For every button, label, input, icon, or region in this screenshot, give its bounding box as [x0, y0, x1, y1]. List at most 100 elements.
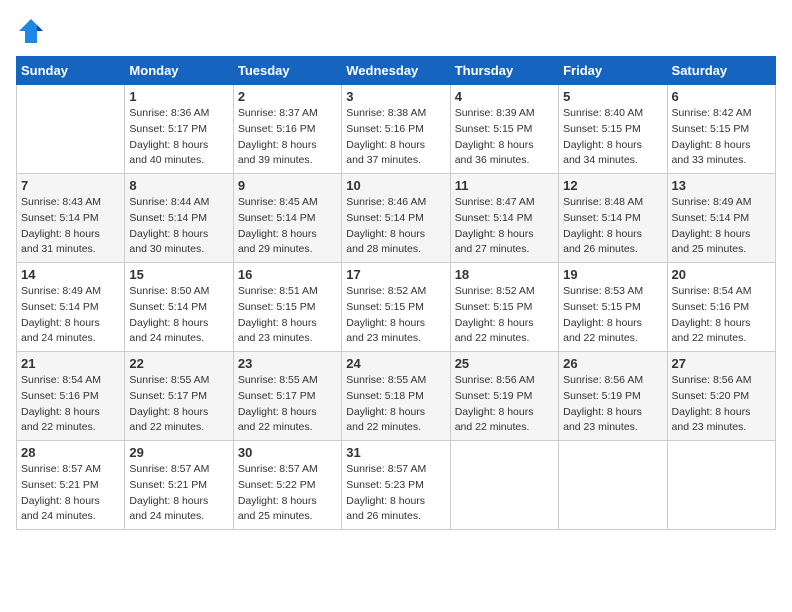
calendar-cell: 16Sunrise: 8:51 AM Sunset: 5:15 PM Dayli…	[233, 263, 341, 352]
day-number: 25	[455, 356, 554, 371]
day-number: 23	[238, 356, 337, 371]
calendar-cell: 29 Sunrise: 8:57 AM Sunset: 5:21 PM Dayli…	[125, 441, 233, 530]
day-number: 4	[455, 89, 554, 104]
day-number: 10	[346, 178, 445, 193]
day-info: Sunrise: 8:52 AM Sunset: 5:15 PM Dayligh…	[346, 284, 445, 347]
day-info: Sunrise: 8:56 AM Sunset: 5:19 PM Dayligh…	[563, 373, 662, 436]
day-info: Sunrise: 8:55 AM Sunset: 5:17 PM Dayligh…	[129, 373, 228, 436]
calendar-week-row: 14Sunrise: 8:49 AM Sunset: 5:14 PM Dayli…	[17, 263, 776, 352]
calendar-cell: 17 Sunrise: 8:52 AM Sunset: 5:15 PM Dayli…	[342, 263, 450, 352]
day-number: 7	[21, 178, 120, 193]
day-info: Sunrise: 8:57 AM Sunset: 5:23 PM Dayligh…	[346, 462, 445, 525]
day-number: 26	[563, 356, 662, 371]
day-number: 12	[563, 178, 662, 193]
day-info: Sunrise: 8:57 AM Sunset: 5:21 PM Dayligh…	[129, 462, 228, 525]
calendar-cell	[559, 441, 667, 530]
day-info: Sunrise: 8:36 AM Sunset: 5:17 PM Dayligh…	[129, 106, 228, 169]
day-info: Sunrise: 8:53 AM Sunset: 5:15 PM Dayligh…	[563, 284, 662, 347]
day-number: 27	[672, 356, 771, 371]
day-info: Sunrise: 8:55 AM Sunset: 5:17 PM Dayligh…	[238, 373, 337, 436]
calendar-cell: 8 Sunrise: 8:44 AM Sunset: 5:14 PM Daylig…	[125, 174, 233, 263]
calendar-cell: 22 Sunrise: 8:55 AM Sunset: 5:17 PM Dayli…	[125, 352, 233, 441]
day-number: 31	[346, 445, 445, 460]
calendar-cell: 2 Sunrise: 8:37 AM Sunset: 5:16 PM Daylig…	[233, 85, 341, 174]
day-number: 3	[346, 89, 445, 104]
day-number: 11	[455, 178, 554, 193]
day-info: Sunrise: 8:38 AM Sunset: 5:16 PM Dayligh…	[346, 106, 445, 169]
day-info: Sunrise: 8:45 AM Sunset: 5:14 PM Dayligh…	[238, 195, 337, 258]
calendar-cell: 27 Sunrise: 8:56 AM Sunset: 5:20 PM Dayli…	[667, 352, 775, 441]
calendar-cell: 31 Sunrise: 8:57 AM Sunset: 5:23 PM Dayli…	[342, 441, 450, 530]
calendar-cell: 3 Sunrise: 8:38 AM Sunset: 5:16 PM Daylig…	[342, 85, 450, 174]
day-info: Sunrise: 8:44 AM Sunset: 5:14 PM Dayligh…	[129, 195, 228, 258]
page-header	[16, 16, 776, 46]
day-info: Sunrise: 8:48 AM Sunset: 5:14 PM Dayligh…	[563, 195, 662, 258]
weekday-header: Saturday	[667, 57, 775, 85]
weekday-header: Friday	[559, 57, 667, 85]
calendar-week-row: 1 Sunrise: 8:36 AM Sunset: 5:17 PM Daylig…	[17, 85, 776, 174]
calendar-week-row: 21Sunrise: 8:54 AM Sunset: 5:16 PM Dayli…	[17, 352, 776, 441]
weekday-header: Monday	[125, 57, 233, 85]
calendar-cell: 7 Sunrise: 8:43 AM Sunset: 5:14 PM Daylig…	[17, 174, 125, 263]
calendar-cell	[667, 441, 775, 530]
calendar-cell: 14Sunrise: 8:49 AM Sunset: 5:14 PM Dayli…	[17, 263, 125, 352]
calendar-cell: 9 Sunrise: 8:45 AM Sunset: 5:14 PM Daylig…	[233, 174, 341, 263]
day-info: Sunrise: 8:37 AM Sunset: 5:16 PM Dayligh…	[238, 106, 337, 169]
calendar-cell: 10Sunrise: 8:46 AM Sunset: 5:14 PM Dayli…	[342, 174, 450, 263]
calendar-cell: 20 Sunrise: 8:54 AM Sunset: 5:16 PM Dayli…	[667, 263, 775, 352]
calendar-cell: 15 Sunrise: 8:50 AM Sunset: 5:14 PM Dayli…	[125, 263, 233, 352]
day-number: 15	[129, 267, 228, 282]
day-info: Sunrise: 8:47 AM Sunset: 5:14 PM Dayligh…	[455, 195, 554, 258]
calendar-cell: 6Sunrise: 8:42 AM Sunset: 5:15 PM Daylig…	[667, 85, 775, 174]
calendar-header-row: SundayMondayTuesdayWednesdayThursdayFrid…	[17, 57, 776, 85]
calendar-week-row: 7 Sunrise: 8:43 AM Sunset: 5:14 PM Daylig…	[17, 174, 776, 263]
calendar-body: 1 Sunrise: 8:36 AM Sunset: 5:17 PM Daylig…	[17, 85, 776, 530]
calendar-cell: 28Sunrise: 8:57 AM Sunset: 5:21 PM Dayli…	[17, 441, 125, 530]
calendar-cell: 23 Sunrise: 8:55 AM Sunset: 5:17 PM Dayli…	[233, 352, 341, 441]
calendar-cell: 25 Sunrise: 8:56 AM Sunset: 5:19 PM Dayli…	[450, 352, 558, 441]
day-number: 5	[563, 89, 662, 104]
weekday-header: Thursday	[450, 57, 558, 85]
logo	[16, 16, 48, 46]
day-info: Sunrise: 8:52 AM Sunset: 5:15 PM Dayligh…	[455, 284, 554, 347]
calendar-cell: 5 Sunrise: 8:40 AM Sunset: 5:15 PM Daylig…	[559, 85, 667, 174]
day-number: 2	[238, 89, 337, 104]
weekday-header: Tuesday	[233, 57, 341, 85]
calendar-cell: 21Sunrise: 8:54 AM Sunset: 5:16 PM Dayli…	[17, 352, 125, 441]
day-number: 1	[129, 89, 228, 104]
calendar-cell: 18 Sunrise: 8:52 AM Sunset: 5:15 PM Dayli…	[450, 263, 558, 352]
day-info: Sunrise: 8:56 AM Sunset: 5:19 PM Dayligh…	[455, 373, 554, 436]
day-number: 8	[129, 178, 228, 193]
day-info: Sunrise: 8:43 AM Sunset: 5:14 PM Dayligh…	[21, 195, 120, 258]
day-info: Sunrise: 8:49 AM Sunset: 5:14 PM Dayligh…	[672, 195, 771, 258]
day-number: 9	[238, 178, 337, 193]
day-number: 29	[129, 445, 228, 460]
calendar-cell: 4 Sunrise: 8:39 AM Sunset: 5:15 PM Daylig…	[450, 85, 558, 174]
day-info: Sunrise: 8:54 AM Sunset: 5:16 PM Dayligh…	[672, 284, 771, 347]
day-number: 20	[672, 267, 771, 282]
calendar-cell: 24Sunrise: 8:55 AM Sunset: 5:18 PM Dayli…	[342, 352, 450, 441]
day-number: 19	[563, 267, 662, 282]
day-number: 22	[129, 356, 228, 371]
day-info: Sunrise: 8:42 AM Sunset: 5:15 PM Dayligh…	[672, 106, 771, 169]
calendar-cell: 19 Sunrise: 8:53 AM Sunset: 5:15 PM Dayli…	[559, 263, 667, 352]
day-info: Sunrise: 8:57 AM Sunset: 5:21 PM Dayligh…	[21, 462, 120, 525]
logo-icon	[16, 16, 46, 46]
day-info: Sunrise: 8:39 AM Sunset: 5:15 PM Dayligh…	[455, 106, 554, 169]
calendar-week-row: 28Sunrise: 8:57 AM Sunset: 5:21 PM Dayli…	[17, 441, 776, 530]
day-number: 18	[455, 267, 554, 282]
day-info: Sunrise: 8:56 AM Sunset: 5:20 PM Dayligh…	[672, 373, 771, 436]
day-number: 17	[346, 267, 445, 282]
day-number: 16	[238, 267, 337, 282]
day-number: 24	[346, 356, 445, 371]
day-info: Sunrise: 8:57 AM Sunset: 5:22 PM Dayligh…	[238, 462, 337, 525]
calendar-cell: 13Sunrise: 8:49 AM Sunset: 5:14 PM Dayli…	[667, 174, 775, 263]
day-info: Sunrise: 8:50 AM Sunset: 5:14 PM Dayligh…	[129, 284, 228, 347]
day-number: 14	[21, 267, 120, 282]
weekday-header: Sunday	[17, 57, 125, 85]
day-number: 21	[21, 356, 120, 371]
day-info: Sunrise: 8:40 AM Sunset: 5:15 PM Dayligh…	[563, 106, 662, 169]
calendar-cell: 1 Sunrise: 8:36 AM Sunset: 5:17 PM Daylig…	[125, 85, 233, 174]
calendar-cell	[450, 441, 558, 530]
day-number: 30	[238, 445, 337, 460]
